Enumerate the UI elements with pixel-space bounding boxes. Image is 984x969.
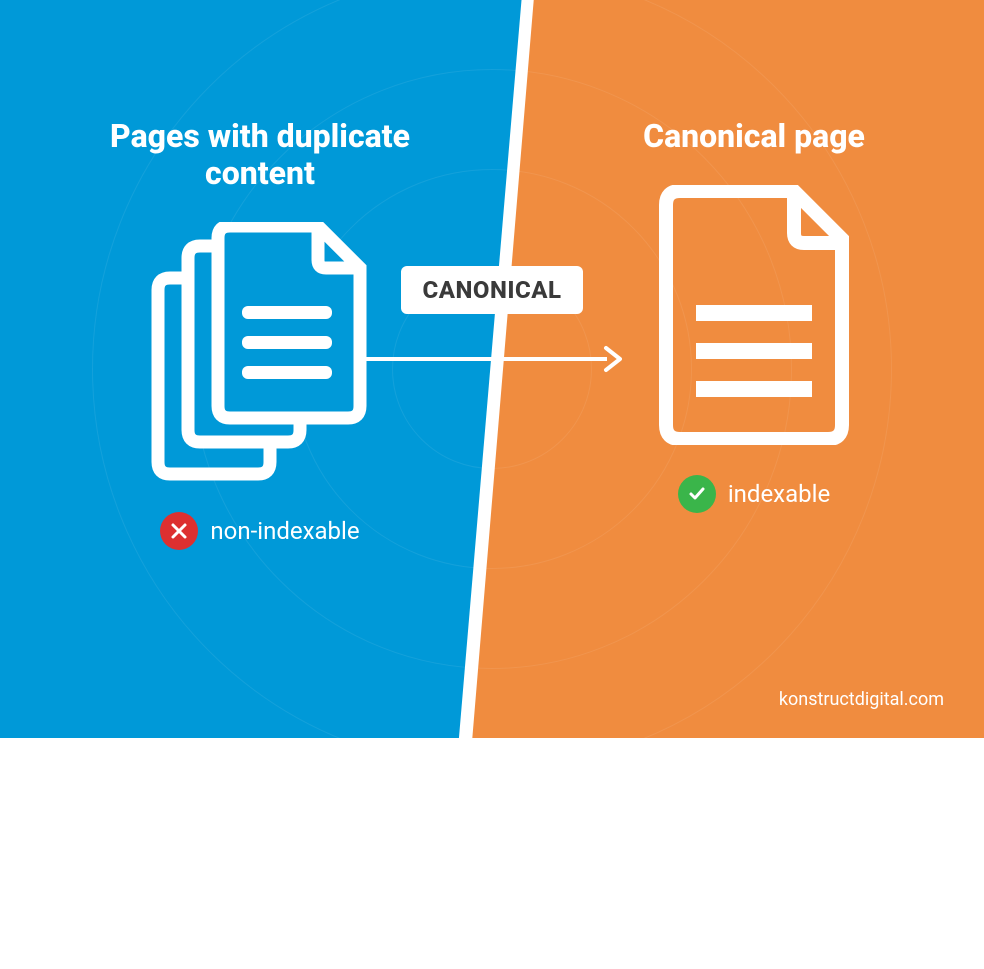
diagram-container: Pages with duplicate content — [0, 0, 984, 738]
check-badge-icon — [678, 475, 716, 513]
footer-credit: konstructdigital.com — [779, 689, 944, 710]
x-badge-icon — [160, 512, 198, 550]
right-column: Canonical page indexable — [614, 118, 894, 513]
right-status: indexable — [614, 475, 894, 513]
document-single-icon — [614, 185, 894, 445]
left-status: non-indexable — [90, 512, 430, 550]
right-heading: Canonical page — [614, 118, 894, 155]
left-heading: Pages with duplicate content — [90, 118, 430, 192]
arrow-icon — [362, 344, 622, 374]
canonical-badge: CANONICAL — [401, 266, 584, 314]
left-status-label: non-indexable — [210, 517, 359, 545]
center-arrow-section: CANONICAL — [362, 266, 622, 374]
right-status-label: indexable — [728, 480, 830, 508]
